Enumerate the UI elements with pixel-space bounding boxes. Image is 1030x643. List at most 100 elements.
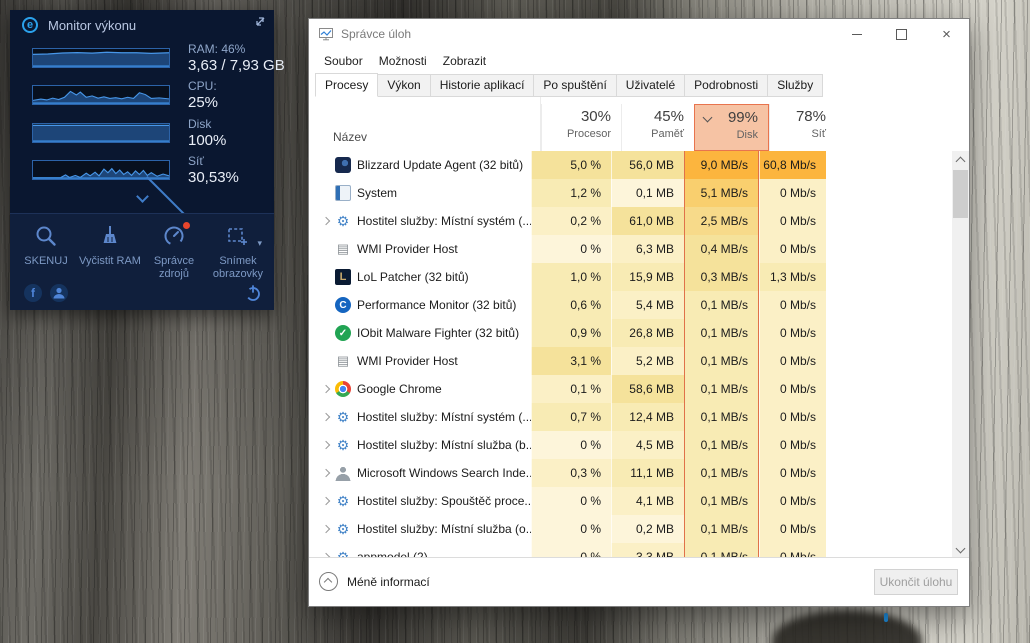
cpu-stat-row: CPU: 25%	[32, 85, 260, 107]
tab-4[interactable]: Uživatelé	[616, 74, 685, 97]
perfmon-app-icon	[335, 297, 351, 313]
close-button[interactable]: ×	[924, 19, 969, 49]
table-header: Název 30% Procesor 45%Paměť99%Disk78%Síť	[309, 97, 969, 151]
column-label: Procesor	[542, 128, 611, 140]
magnifier-icon	[14, 224, 78, 250]
expand-more-chevrons[interactable]	[135, 192, 149, 206]
cell-memory: 58,6 MB	[611, 375, 684, 403]
cell-disk: 0,1 MB/s	[684, 319, 759, 347]
menu-item-0[interactable]: Soubor	[316, 51, 371, 71]
process-name: Performance Monitor (32 bitů)	[357, 298, 531, 312]
table-row[interactable]: Blizzard Update Agent (32 bitů)5,0 %56,0…	[309, 151, 952, 179]
expander-icon	[317, 291, 335, 319]
cell-network: 0 Mb/s	[759, 179, 826, 207]
cell-network: 0 Mb/s	[759, 515, 826, 543]
scroll-up-icon[interactable]	[952, 151, 969, 168]
process-name: Google Chrome	[357, 382, 531, 396]
cell-disk: 0,4 MB/s	[684, 235, 759, 263]
maximize-button[interactable]	[879, 19, 924, 49]
tab-3[interactable]: Po spuštění	[533, 74, 616, 97]
expander-icon[interactable]	[317, 515, 335, 543]
less-details-toggle[interactable]: Méně informací	[319, 572, 430, 591]
expander-icon[interactable]	[317, 207, 335, 235]
network-stat-row: Síť 30,53%	[32, 160, 260, 182]
table-row[interactable]: System1,2 %0,1 MB5,1 MB/s0 Mb/s	[309, 179, 952, 207]
network-value: 30,53%	[188, 169, 262, 186]
table-row[interactable]: Hostitel služby: Místní systém (...0,2 %…	[309, 207, 952, 235]
gear-app-icon	[335, 493, 351, 509]
less-details-label: Méně informací	[347, 575, 430, 589]
titlebar[interactable]: Správce úloh ×	[309, 19, 969, 49]
table-row[interactable]: Hostitel služby: Spouštěč proce...0 %4,1…	[309, 487, 952, 515]
column-label: Disk	[695, 129, 758, 141]
expander-icon[interactable]	[317, 487, 335, 515]
end-task-button[interactable]: Ukončit úlohu	[874, 569, 958, 595]
column-total-pct: 30%	[542, 108, 611, 125]
tab-5[interactable]: Podrobnosti	[684, 74, 768, 97]
table-row[interactable]: LoL Patcher (32 bitů)1,0 %15,9 MB0,3 MB/…	[309, 263, 952, 291]
expander-icon[interactable]	[317, 431, 335, 459]
cell-cpu: 0 %	[531, 487, 611, 515]
cell-memory: 0,2 MB	[611, 515, 684, 543]
column-header-cpu[interactable]: 30% Procesor	[541, 104, 621, 151]
screenshot-button-label: Snímek obrazovky	[206, 255, 270, 281]
cell-disk: 0,1 MB/s	[684, 459, 759, 487]
column-header-network[interactable]: 78%Síť	[769, 104, 836, 151]
cell-cpu: 5,0 %	[531, 151, 611, 179]
process-name: WMI Provider Host	[357, 242, 531, 256]
chevron-down-icon[interactable]: ▾	[257, 238, 262, 249]
cell-cpu: 0 %	[531, 431, 611, 459]
tab-0[interactable]: Procesy	[315, 73, 378, 97]
expander-icon	[317, 179, 335, 207]
table-row[interactable]: Hostitel služby: Místní služba (b...0 %4…	[309, 431, 952, 459]
clean-ram-button[interactable]: Vyčistit RAM	[78, 224, 142, 281]
facebook-icon[interactable]: f	[24, 284, 42, 302]
tab-2[interactable]: Historie aplikací	[430, 74, 535, 97]
tab-6[interactable]: Služby	[767, 74, 823, 97]
process-name: Blizzard Update Agent (32 bitů)	[357, 158, 531, 172]
screenshot-button[interactable]: ▾ Snímek obrazovky	[206, 224, 270, 281]
expander-icon	[317, 235, 335, 263]
cell-disk: 0,1 MB/s	[684, 375, 759, 403]
maximize-icon	[896, 29, 907, 40]
chrome-app-icon	[335, 381, 351, 397]
table-row[interactable]: WMI Provider Host3,1 %5,2 MB0,1 MB/s0 Mb…	[309, 347, 952, 375]
iobit-app-icon	[335, 325, 351, 341]
resource-manager-button[interactable]: Správce zdrojů	[142, 224, 206, 281]
column-total-pct: 45%	[622, 108, 684, 125]
column-header-memory[interactable]: 45%Paměť	[621, 104, 694, 151]
table-row[interactable]: Hostitel služby: Místní služba (o...0 %0…	[309, 515, 952, 543]
column-header-name[interactable]: Název	[333, 130, 367, 144]
task-manager-window: Správce úloh × SouborMožnostiZobrazit Pr…	[308, 18, 970, 607]
scrollbar[interactable]	[952, 151, 969, 559]
footer-bar: Méně informací Ukončit úlohu	[309, 557, 969, 606]
expander-icon[interactable]	[317, 403, 335, 431]
power-icon[interactable]	[244, 284, 262, 302]
expander-icon[interactable]	[317, 375, 335, 403]
minimize-button[interactable]	[834, 19, 879, 49]
collapse-arrow-icon[interactable]	[252, 16, 266, 30]
expander-icon[interactable]	[317, 459, 335, 487]
user-account-icon[interactable]	[50, 284, 68, 302]
table-row[interactable]: WMI Provider Host0 %6,3 MB0,4 MB/s0 Mb/s	[309, 235, 952, 263]
tab-1[interactable]: Výkon	[377, 74, 430, 97]
cell-disk: 0,1 MB/s	[684, 431, 759, 459]
process-name: WMI Provider Host	[357, 354, 531, 368]
menu-item-2[interactable]: Zobrazit	[435, 51, 494, 71]
table-row[interactable]: Microsoft Windows Search Inde...0,3 %11,…	[309, 459, 952, 487]
window-title: Správce úloh	[341, 27, 411, 41]
table-row[interactable]: Performance Monitor (32 bitů)0,6 %5,4 MB…	[309, 291, 952, 319]
scan-button[interactable]: SKENUJ	[14, 224, 78, 281]
cell-cpu: 0,7 %	[531, 403, 611, 431]
chevron-right-icon	[322, 441, 330, 449]
expander-icon	[317, 263, 335, 291]
column-header-disk[interactable]: 99%Disk	[694, 104, 769, 151]
process-name: LoL Patcher (32 bitů)	[357, 270, 531, 284]
scrollbar-thumb[interactable]	[953, 170, 968, 218]
table-row[interactable]: Hostitel služby: Místní systém (...0,7 %…	[309, 403, 952, 431]
menu-item-1[interactable]: Možnosti	[371, 51, 435, 71]
table-row[interactable]: IObit Malware Fighter (32 bitů)0,9 %26,8…	[309, 319, 952, 347]
cell-memory: 12,4 MB	[611, 403, 684, 431]
table-row[interactable]: Google Chrome0,1 %58,6 MB0,1 MB/s0 Mb/s	[309, 375, 952, 403]
widget-header: e Monitor výkonu	[10, 10, 274, 40]
